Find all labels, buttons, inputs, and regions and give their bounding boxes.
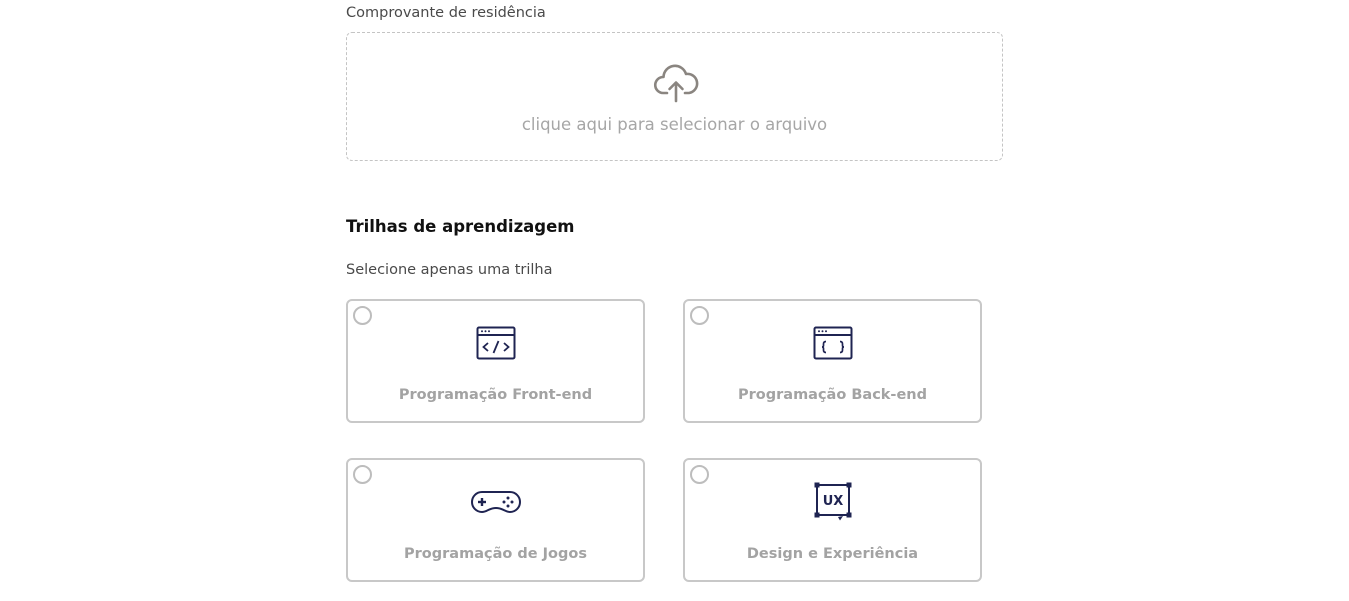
file-upload-dropzone[interactable]: clique aqui para selecionar o arquivo (346, 32, 1003, 161)
gamepad-icon (470, 491, 521, 514)
track-label-backend: Programação Back-end (738, 387, 927, 403)
track-card-frontend[interactable]: Programação Front-end (346, 299, 645, 423)
track-label-frontend: Programação Front-end (398, 387, 593, 403)
track-label-games: Programação de Jogos (404, 546, 587, 562)
ux-icon: UX (814, 482, 851, 521)
document-upload-label: Comprovante de residência (346, 5, 546, 21)
svg-text:UX: UX (822, 494, 843, 509)
braces-window-icon (813, 326, 852, 360)
code-window-icon (476, 326, 515, 360)
track-card-backend[interactable]: Programação Back-end (683, 299, 982, 423)
learning-tracks-subtitle: Selecione apenas uma trilha (346, 262, 553, 278)
track-card-design[interactable]: UX Design e Experiência (683, 458, 982, 582)
learning-tracks-title: Trilhas de aprendizagem (346, 217, 575, 236)
page: Comprovante de residência clique aqui pa… (0, 0, 1349, 601)
track-radio-games[interactable] (353, 465, 372, 484)
track-radio-backend[interactable] (690, 306, 709, 325)
track-card-games[interactable]: Programação de Jogos (346, 458, 645, 582)
track-label-design: Design e Experiência (746, 546, 919, 562)
track-radio-frontend[interactable] (353, 306, 372, 325)
upload-placeholder-text: clique aqui para selecionar o arquivo (521, 115, 828, 134)
cloud-upload-icon (653, 64, 699, 103)
